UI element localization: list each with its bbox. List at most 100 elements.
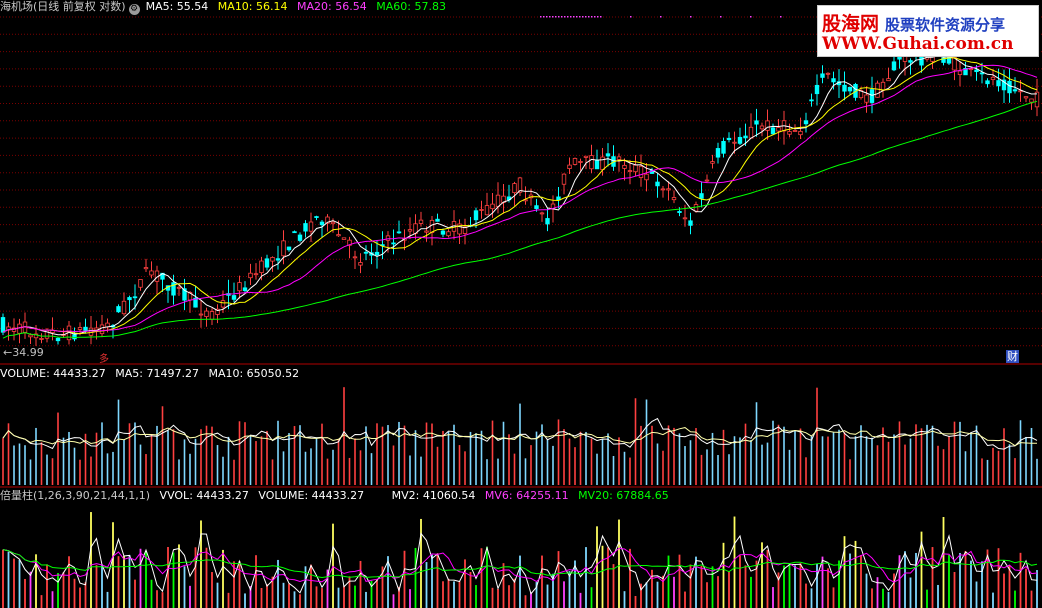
indicator-name[interactable]: 倍量柱(1,26,3,90,21,44,1,1)	[0, 489, 150, 502]
candle-body	[561, 173, 567, 185]
signal-dot	[588, 16, 590, 18]
candle-body	[440, 230, 446, 235]
candle-body	[583, 155, 589, 158]
candle-body	[627, 170, 633, 172]
candle-body	[473, 210, 479, 221]
signal-dot	[561, 16, 563, 18]
chart-canvas[interactable]	[0, 0, 1042, 608]
mv2-legend: MV2: 41060.54	[391, 489, 476, 502]
candle-body	[138, 279, 143, 288]
candle-body	[308, 221, 314, 232]
ma20-line	[2, 64, 1038, 333]
signal-dot	[567, 16, 569, 18]
candle-body	[897, 56, 902, 60]
candle-body	[512, 183, 517, 194]
candle-body	[231, 295, 237, 300]
candle-body	[99, 324, 105, 335]
candle-body	[572, 158, 578, 165]
candle-body	[847, 86, 853, 92]
signal-dot	[540, 16, 542, 18]
candle-body	[726, 137, 732, 141]
candle-body	[143, 267, 149, 270]
signal-dot	[573, 16, 575, 18]
signal-dot	[597, 16, 599, 18]
signal-dot	[690, 16, 692, 18]
candle-body	[176, 286, 182, 289]
candle-body	[743, 135, 748, 139]
candle-body	[72, 334, 77, 340]
candle-body	[891, 61, 897, 71]
signal-dot	[558, 16, 560, 18]
ma5-legend: MA5: 55.54	[145, 0, 209, 13]
candle-body	[275, 258, 281, 261]
signal-dot	[660, 16, 662, 18]
signal-dot	[549, 16, 551, 18]
candle-body	[391, 242, 396, 245]
ma10-legend: MA10: 56.14	[217, 0, 288, 13]
candle-body	[737, 136, 743, 144]
candle-body	[116, 306, 121, 313]
signal-dot	[576, 16, 578, 18]
signal-dot	[555, 16, 557, 18]
finance-marker[interactable]: 财	[1006, 350, 1019, 363]
candle-body	[919, 56, 924, 66]
candle-body	[424, 230, 429, 233]
candle-body	[281, 240, 286, 257]
candle-body	[259, 260, 264, 274]
candle-body	[1029, 98, 1034, 103]
candle-body	[644, 173, 649, 181]
signal-dot	[630, 16, 632, 18]
candle-body	[886, 78, 891, 82]
candle-body	[435, 218, 440, 222]
signal-marker-left[interactable]: 多	[99, 350, 109, 365]
candle-body	[792, 130, 798, 132]
candle-body	[446, 231, 451, 237]
price-panel-header: 海机场(日线 前复权 对数) ⚙ MA5: 55.54 MA10: 56.14 MA…	[0, 0, 452, 15]
candle-body	[209, 311, 215, 320]
candle-body	[336, 234, 341, 237]
candle-body	[545, 218, 550, 225]
candle-body	[253, 273, 259, 276]
candle-body	[875, 82, 880, 98]
ma20-legend: MA20: 56.54	[297, 0, 367, 13]
volume-ma5-legend: MA5: 71497.27	[115, 367, 199, 380]
signal-dot	[579, 16, 581, 18]
candle-body	[759, 125, 765, 130]
candle-body	[677, 211, 682, 213]
stock-title: 海机场(日线 前复权 对数)	[0, 0, 126, 13]
ma60-line	[2, 100, 1038, 339]
candle-body	[787, 131, 792, 135]
candle-body	[748, 126, 754, 139]
candle-body	[495, 194, 501, 207]
signal-dot	[546, 16, 548, 18]
indicator-volume-legend: VOLUME: 44433.27	[258, 489, 365, 502]
candle-body	[682, 217, 688, 220]
vvol-legend: VVOL: 44433.27	[159, 489, 249, 502]
candle-body	[979, 72, 985, 75]
gear-icon[interactable]: ⚙	[128, 4, 140, 15]
candle-body	[721, 141, 726, 154]
candle-body	[418, 219, 424, 224]
signal-dot	[570, 16, 572, 18]
volume-legend: VOLUME: 44433.27	[0, 367, 106, 380]
candle-body	[605, 153, 611, 157]
candle-body	[578, 161, 583, 163]
candle-body	[908, 60, 913, 63]
candle-body	[374, 251, 380, 256]
candle-body	[567, 164, 572, 169]
signal-dot	[594, 16, 596, 18]
candle-body	[0, 317, 6, 333]
candle-body	[363, 251, 369, 254]
candle-body	[534, 205, 539, 209]
signal-dot	[564, 16, 566, 18]
candle-body	[985, 80, 990, 85]
candle-body	[842, 84, 847, 92]
ma60-legend: MA60: 57.83	[376, 0, 446, 13]
candle-body	[270, 257, 275, 262]
candle-body	[693, 204, 699, 212]
price-low-label: ←34.99	[3, 346, 44, 359]
candle-body	[198, 313, 204, 316]
candle-body	[149, 270, 154, 276]
candle-body	[671, 197, 677, 201]
candle-body	[803, 120, 809, 125]
